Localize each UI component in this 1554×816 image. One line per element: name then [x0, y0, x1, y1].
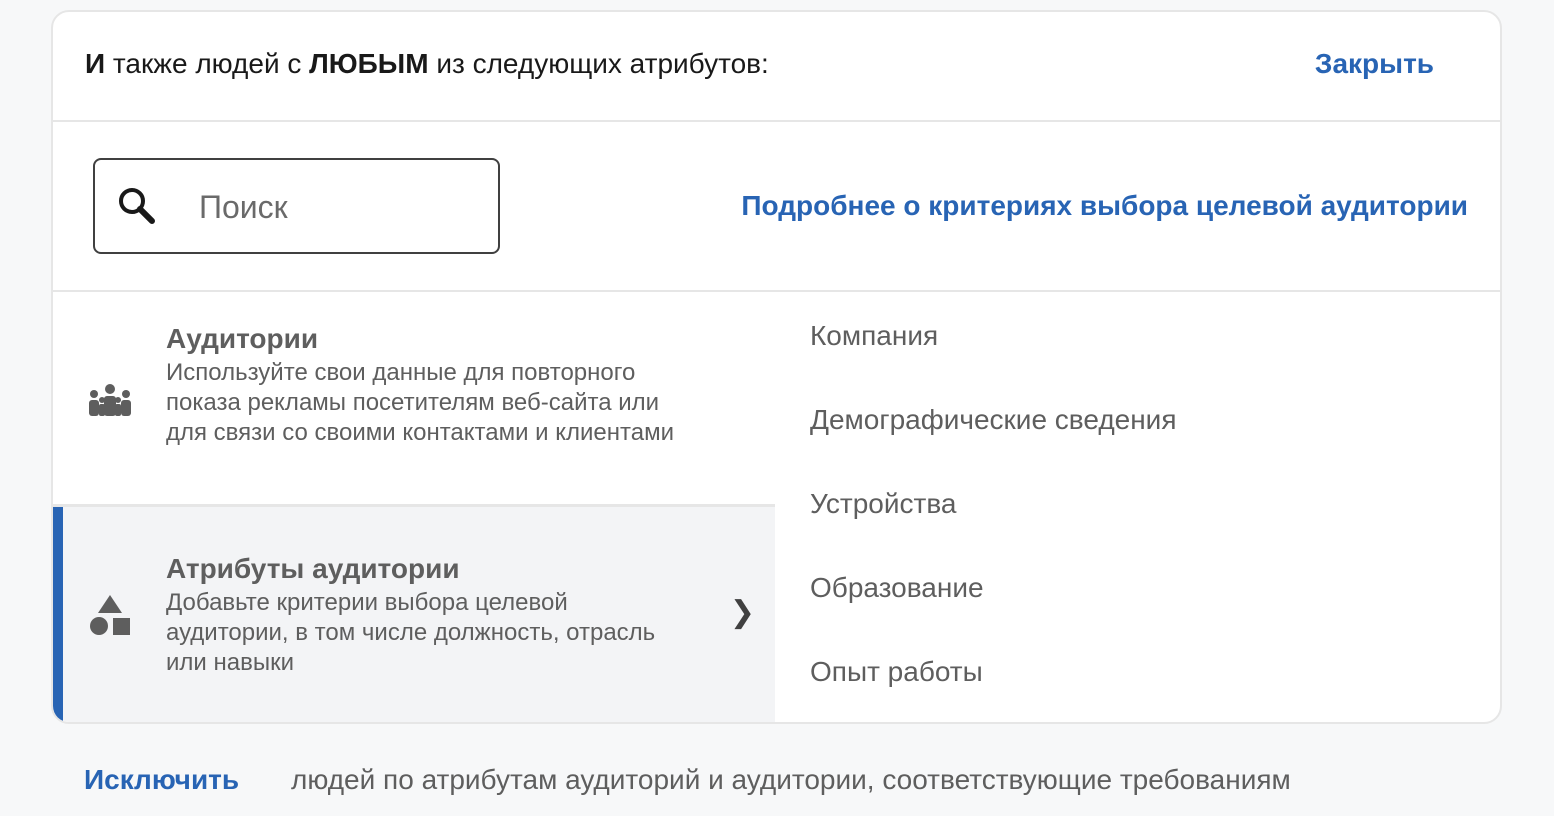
- subcategory-demographics[interactable]: Демографические сведения: [810, 403, 1177, 437]
- selected-indicator: [53, 507, 63, 722]
- targeting-panel: И также людей с ЛЮБЫМ из следующих атриб…: [51, 10, 1502, 724]
- search-input[interactable]: [199, 182, 489, 232]
- category-title: Аудитории: [166, 323, 319, 354]
- category-audience-attributes[interactable]: Атрибуты аудитории Добавьте критерии выб…: [53, 507, 775, 722]
- panel-header: И также людей с ЛЮБЫМ из следующих атриб…: [53, 12, 1500, 122]
- header-text-2: из следующих атрибутов:: [428, 48, 769, 79]
- category-title: Атрибуты аудитории: [166, 553, 460, 584]
- subcategory-list: Компания Демографические сведения Устрой…: [778, 292, 1500, 722]
- search-icon: [119, 188, 155, 224]
- subcategory-work-experience[interactable]: Опыт работы: [810, 655, 983, 689]
- subcategory-devices[interactable]: Устройства: [810, 487, 956, 521]
- search-box[interactable]: [93, 158, 500, 254]
- shapes-icon: [90, 595, 130, 635]
- people-group-icon: [89, 384, 131, 416]
- exclude-description: людей по атрибутам аудиторий и аудитории…: [291, 764, 1291, 795]
- exclude-row: Исключить людей по атрибутам аудиторий и…: [84, 762, 1291, 802]
- header-any: ЛЮБЫМ: [309, 48, 429, 79]
- header-prefix: И: [85, 48, 106, 79]
- category-list: Аудитории Используйте свои данные для по…: [53, 292, 775, 722]
- category-audiences[interactable]: Аудитории Используйте свои данные для по…: [53, 292, 775, 507]
- subcategory-company[interactable]: Компания: [810, 319, 938, 353]
- exclude-link[interactable]: Исключить: [84, 764, 239, 795]
- close-link[interactable]: Закрыть: [1315, 46, 1434, 82]
- chevron-right-icon: ❯: [729, 596, 755, 629]
- header-title: И также людей с ЛЮБЫМ из следующих атриб…: [85, 46, 769, 82]
- category-description: Добавьте критерии выбора целевой аудитор…: [166, 589, 656, 676]
- search-row: Подробнее о критериях выбора целевой ауд…: [53, 122, 1500, 292]
- header-text-1: также людей с: [105, 48, 310, 79]
- subcategory-education[interactable]: Образование: [810, 571, 984, 605]
- learn-more-link[interactable]: Подробнее о критериях выбора целевой ауд…: [741, 188, 1468, 224]
- category-description: Используйте свои данные для повторного п…: [166, 359, 675, 446]
